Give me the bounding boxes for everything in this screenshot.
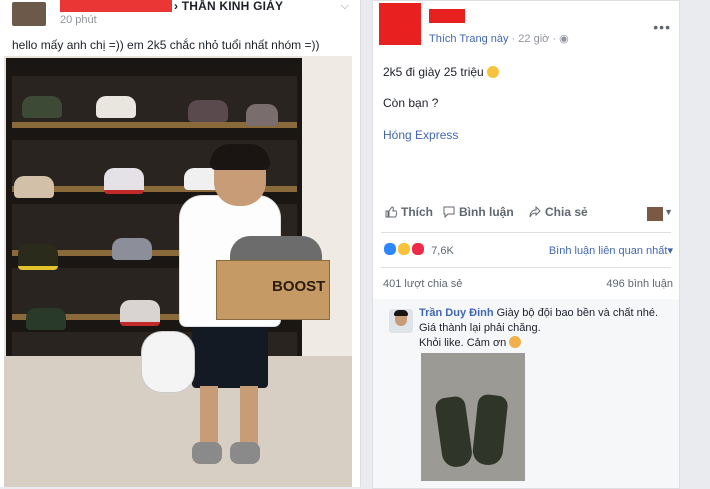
comments-section: Trần Duy Đinh Giày bộ đội bao bền và chấ…	[373, 299, 679, 488]
kid-shorts	[192, 326, 268, 388]
like-label: Thích	[401, 205, 433, 219]
reactions-summary[interactable]: 7,6K	[383, 242, 454, 257]
comment-sort-label: Bình luận liên quan nhất	[548, 245, 668, 257]
thumbs-up-icon	[385, 206, 397, 218]
post-text-line1: 2k5 đi giày 25 triệu	[383, 65, 484, 79]
share-label: Chia sẻ	[545, 205, 588, 219]
right-post: Thích Trang này · 22 giờ · ◉ ••• 2k5 đi …	[372, 0, 680, 489]
shelf-shoe	[96, 96, 136, 118]
shelf-shoe	[246, 104, 278, 126]
post-photo[interactable]: BOOST	[4, 56, 352, 487]
comment-photo[interactable]	[421, 353, 525, 481]
shelf-shoe	[26, 308, 66, 330]
group-name[interactable]: › THẦN KINH GIÀY	[174, 0, 283, 13]
post-text-line2: Còn bạn ?	[383, 96, 439, 110]
share-icon	[529, 206, 541, 218]
comment-author[interactable]: Trần Duy Đinh	[419, 307, 494, 319]
comment-line2: Giá thành lại phải chăng.	[419, 322, 541, 334]
commenter-avatar[interactable]	[389, 309, 413, 333]
like-reaction-icon	[383, 242, 397, 256]
chevron-down-icon[interactable]: ⌵	[341, 0, 349, 13]
caret-down-icon: ▾	[667, 245, 673, 257]
caret-down-icon[interactable]: ▼	[664, 207, 673, 217]
redacted-page-avatar[interactable]	[379, 3, 421, 45]
posting-as-avatar[interactable]	[647, 207, 663, 221]
army-shoe	[471, 393, 509, 467]
white-shoe-in-hand	[142, 332, 194, 392]
comment-line1: Trần Duy Đinh Giày bộ đội bao bền và chấ…	[419, 307, 658, 319]
share-count[interactable]: 401 lượt chia sẻ	[383, 278, 462, 290]
shelf-shoe	[112, 238, 152, 260]
more-options-icon[interactable]: •••	[653, 19, 671, 35]
army-shoe	[434, 395, 474, 469]
comment-count[interactable]: 496 bình luận	[606, 278, 673, 290]
redacted-page-name[interactable]	[429, 9, 465, 23]
kid-shoe	[192, 442, 222, 464]
worried-emoji-icon	[487, 66, 500, 78]
comment-line3: Khỏi like. Cảm ơn	[419, 336, 522, 349]
globe-icon: ◉	[559, 33, 569, 45]
post-header: › THẦN KINH GIÀY 20 phút ⌵	[8, 0, 353, 28]
avatar-hair	[394, 310, 408, 316]
kid-hair	[210, 144, 270, 170]
sad-emoji-icon	[509, 336, 522, 348]
shelf-shoe	[104, 168, 144, 194]
shelf-shoe	[22, 96, 62, 118]
kid-shoe	[230, 442, 260, 464]
action-bar: Thích Bình luận Chia sẻ ▼	[373, 205, 679, 227]
love-reaction-icon	[411, 242, 426, 256]
poster-avatar[interactable]	[12, 2, 46, 26]
group-separator: ›	[174, 0, 179, 13]
group-name-text[interactable]: THẦN KINH GIÀY	[182, 0, 283, 13]
comment-label: Bình luận	[459, 205, 514, 219]
post-meta: Thích Trang này · 22 giờ · ◉	[429, 33, 569, 45]
share-button[interactable]: Chia sẻ	[529, 205, 588, 219]
like-button[interactable]: Thích	[385, 205, 433, 219]
comment-icon	[443, 206, 455, 218]
kid-leg	[240, 386, 258, 446]
comment-button[interactable]: Bình luận	[443, 205, 514, 219]
shelf-shoe	[18, 244, 58, 270]
haha-reaction-icon	[397, 242, 412, 256]
redacted-poster-name[interactable]	[60, 0, 172, 12]
post-caption: hello mấy anh chị =)) em 2k5 chắc nhỏ tu…	[12, 38, 320, 52]
post-time[interactable]: 20 phút	[60, 14, 97, 26]
post-text-line: 2k5 đi giày 25 triệu	[383, 65, 500, 79]
shelf-shoe	[14, 176, 54, 198]
page-link[interactable]: Hóng Express	[383, 128, 458, 142]
left-post: › THẦN KINH GIÀY 20 phút ⌵ hello mấy anh…	[0, 0, 361, 487]
comment-text3: Khỏi like. Cảm ơn	[419, 337, 507, 349]
divider	[381, 232, 671, 233]
kid-leg	[200, 386, 218, 446]
shoe-box-label: BOOST	[272, 278, 326, 295]
shelf-shoe	[120, 300, 160, 326]
shelf-shoe	[188, 100, 228, 122]
post-time[interactable]: 22 giờ	[518, 33, 549, 45]
like-page-link[interactable]: Thích Trang này	[429, 33, 509, 45]
divider	[381, 267, 671, 268]
comment-sort-dropdown[interactable]: Bình luận liên quan nhất▾	[549, 244, 673, 257]
comment-text1: Giày bộ đội bao bền và chất nhé.	[496, 307, 659, 319]
reaction-count: 7,6K	[431, 245, 454, 257]
